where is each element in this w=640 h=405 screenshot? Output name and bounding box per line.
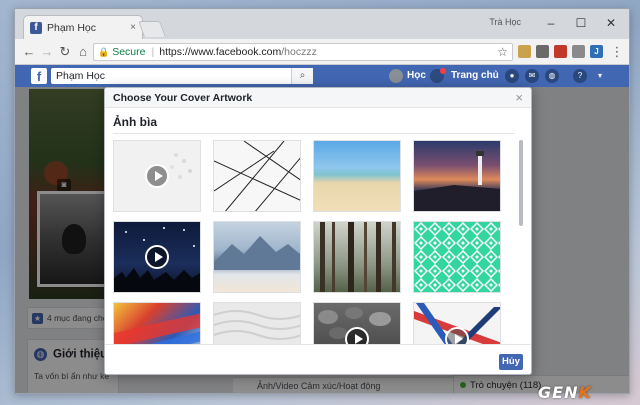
messenger-icon[interactable]: ✉ xyxy=(525,69,539,83)
j-extension-icon[interactable]: J xyxy=(590,45,603,58)
tab-facebook[interactable]: f Phạm Học × xyxy=(23,15,143,39)
lock-icon: 🔒 xyxy=(98,46,110,57)
extension-icon[interactable] xyxy=(518,45,531,58)
dialog-header: Choose Your Cover Artwork × xyxy=(105,88,531,108)
play-icon xyxy=(145,245,169,269)
browser-toolbar: ← → ↻ ⌂ 🔒 Secure | https://www.facebook.… xyxy=(15,39,629,65)
section-divider xyxy=(113,133,515,134)
user-avatar[interactable] xyxy=(389,69,403,83)
cloud-extension-icon[interactable] xyxy=(572,45,585,58)
notification-badge xyxy=(440,68,446,74)
dialog-scrollbar[interactable] xyxy=(519,140,523,226)
forward-icon[interactable]: → xyxy=(39,44,55,60)
friends-icon[interactable]: ● xyxy=(505,69,519,83)
thumb-beach[interactable] xyxy=(313,140,401,212)
mountains-art xyxy=(214,236,300,270)
maximize-button[interactable]: ☐ xyxy=(569,14,593,32)
facebook-top-bar: f Phạm Học ⌕ Học Trang chủ ● ✉ ◍ ? ▾ xyxy=(15,65,629,87)
thumb-white-dots[interactable] xyxy=(113,140,201,212)
forest-art xyxy=(320,222,396,292)
lighthouse-art xyxy=(414,151,500,211)
tab-title: Phạm Học xyxy=(47,21,97,34)
thumb-forest[interactable] xyxy=(313,221,401,293)
lines-art xyxy=(214,141,300,211)
cancel-button[interactable]: Hủy xyxy=(499,354,523,370)
secure-label: Secure xyxy=(112,46,146,58)
browser-menu-icon[interactable]: ⋮ xyxy=(609,44,625,60)
thumb-misty-mountains[interactable] xyxy=(213,221,301,293)
help-icon[interactable]: ? xyxy=(573,69,587,83)
qr-extension-icon[interactable] xyxy=(536,45,549,58)
dialog-title: Choose Your Cover Artwork xyxy=(113,92,253,104)
play-icon xyxy=(145,164,169,188)
globe-notifications-icon[interactable]: ◍ xyxy=(545,69,559,83)
close-icon[interactable]: × xyxy=(515,90,523,105)
adblock-extension-icon[interactable] xyxy=(554,45,567,58)
window-user-label[interactable]: Trà Học xyxy=(489,17,521,27)
address-bar[interactable]: 🔒 Secure | https://www.facebook.com /hoc… xyxy=(93,43,513,61)
thumb-lighthouse[interactable] xyxy=(413,140,501,212)
cover-artwork-dialog: Choose Your Cover Artwork × Ảnh bìa Hủy xyxy=(104,87,532,375)
thumb-night-sky[interactable] xyxy=(113,221,201,293)
home-icon[interactable]: ⌂ xyxy=(75,44,91,60)
reload-icon[interactable]: ↻ xyxy=(57,44,73,60)
home-link[interactable]: Trang chủ xyxy=(451,70,499,81)
minimize-button[interactable]: – xyxy=(539,14,563,32)
facebook-search-input[interactable]: Phạm Học xyxy=(51,68,313,84)
facebook-favicon-icon: f xyxy=(30,21,42,34)
omnibox-separator: | xyxy=(151,46,155,58)
user-name-link[interactable]: Học xyxy=(407,70,426,81)
thumb-green-pattern[interactable] xyxy=(413,221,501,293)
facebook-logo-icon[interactable]: f xyxy=(31,68,47,84)
green-pattern-art xyxy=(414,222,500,292)
bookmark-star-icon[interactable]: ☆ xyxy=(497,45,508,59)
url-host: https://www.facebook.com xyxy=(159,46,282,58)
new-tab-button[interactable] xyxy=(138,21,166,37)
thumb-lines[interactable] xyxy=(213,140,301,212)
dialog-footer: Hủy xyxy=(105,344,531,374)
close-window-button[interactable]: ✕ xyxy=(599,14,623,32)
genk-watermark: GENK xyxy=(538,383,592,402)
search-icon[interactable]: ⌕ xyxy=(291,68,313,84)
url-path: /hoczzz xyxy=(281,46,317,58)
tab-strip: f Phạm Học × Trà Học – ☐ ✕ xyxy=(15,9,629,39)
tab-close-icon[interactable]: × xyxy=(130,22,136,33)
section-title: Ảnh bìa xyxy=(113,115,157,129)
account-menu-icon[interactable]: ▾ xyxy=(593,69,607,83)
back-icon[interactable]: ← xyxy=(21,44,37,60)
